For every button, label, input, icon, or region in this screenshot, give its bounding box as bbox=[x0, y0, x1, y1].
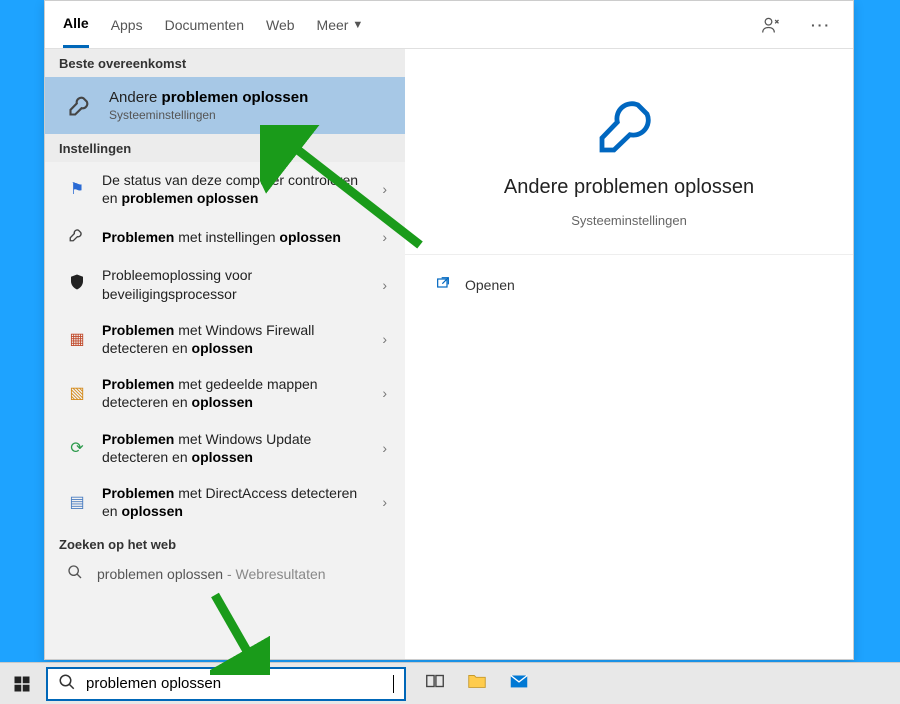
wrench-icon bbox=[593, 87, 665, 162]
update-icon: ⟳ bbox=[67, 438, 87, 458]
best-match-title: Andere problemen oplossen bbox=[109, 89, 308, 106]
feedback-icon[interactable] bbox=[757, 11, 785, 39]
section-settings: Instellingen bbox=[45, 134, 405, 162]
chevron-right-icon: › bbox=[382, 494, 387, 510]
web-result[interactable]: problemen oplossen - Webresultaten bbox=[45, 556, 405, 591]
section-best-match: Beste overeenkomst bbox=[45, 49, 405, 77]
firewall-icon: ▦ bbox=[67, 329, 87, 349]
result-security-processor[interactable]: Probleemoplossing voor beveiligingsproce… bbox=[45, 257, 405, 311]
tab-web[interactable]: Web bbox=[266, 1, 295, 48]
start-button[interactable] bbox=[0, 663, 44, 704]
result-shared-folders[interactable]: ▧ Problemen met gedeelde mappen detecter… bbox=[45, 366, 405, 420]
result-firewall[interactable]: ▦ Problemen met Windows Firewall detecte… bbox=[45, 312, 405, 366]
result-settings-troubleshoot[interactable]: Problemen met instellingen oplossen › bbox=[45, 216, 405, 257]
open-action[interactable]: Openen bbox=[431, 269, 827, 300]
tab-all[interactable]: Alle bbox=[63, 1, 89, 48]
section-web: Zoeken op het web bbox=[45, 529, 405, 556]
wrench-icon bbox=[67, 225, 87, 248]
filter-tabs: Alle Apps Documenten Web Meer ▼ ··· bbox=[45, 1, 853, 49]
more-options-icon[interactable]: ··· bbox=[807, 11, 835, 39]
tab-apps[interactable]: Apps bbox=[111, 1, 143, 48]
preview-title: Andere problemen oplossen bbox=[504, 176, 754, 199]
best-match-result[interactable]: Andere problemen oplossen Systeeminstell… bbox=[45, 77, 405, 134]
mail-icon[interactable] bbox=[508, 670, 530, 697]
settings-results-list: ⚑ De status van deze computer controlere… bbox=[45, 162, 405, 659]
chevron-right-icon: › bbox=[382, 181, 387, 197]
tab-documents[interactable]: Documenten bbox=[165, 1, 244, 48]
flag-icon: ⚑ bbox=[67, 179, 87, 199]
open-label: Openen bbox=[465, 277, 515, 293]
text-caret bbox=[393, 675, 394, 693]
folder-share-icon: ▧ bbox=[67, 383, 87, 403]
chevron-right-icon: › bbox=[382, 385, 387, 401]
result-windows-update[interactable]: ⟳ Problemen met Windows Update detectere… bbox=[45, 421, 405, 475]
results-column: Beste overeenkomst Andere problemen oplo… bbox=[45, 49, 405, 659]
shield-icon bbox=[67, 273, 87, 296]
chevron-down-icon: ▼ bbox=[352, 19, 363, 31]
task-view-icon[interactable] bbox=[424, 670, 446, 697]
result-status-check[interactable]: ⚑ De status van deze computer controlere… bbox=[45, 162, 405, 216]
file-explorer-icon[interactable] bbox=[466, 670, 488, 697]
search-panel: Alle Apps Documenten Web Meer ▼ ··· Best… bbox=[44, 0, 854, 660]
best-match-subtitle: Systeeminstellingen bbox=[109, 108, 308, 122]
taskbar bbox=[0, 662, 900, 704]
chevron-right-icon: › bbox=[382, 331, 387, 347]
chevron-right-icon: › bbox=[382, 277, 387, 293]
tab-more[interactable]: Meer ▼ bbox=[317, 1, 364, 48]
wrench-icon bbox=[67, 90, 95, 121]
taskbar-pinned bbox=[424, 670, 530, 697]
search-icon bbox=[67, 564, 83, 583]
taskbar-search[interactable] bbox=[46, 667, 406, 701]
search-input[interactable] bbox=[86, 675, 383, 692]
result-directaccess[interactable]: ▤ Problemen met DirectAccess detecteren … bbox=[45, 475, 405, 529]
chevron-right-icon: › bbox=[382, 229, 387, 245]
open-icon bbox=[435, 275, 451, 294]
preview-pane: Andere problemen oplossen Systeeminstell… bbox=[405, 49, 853, 659]
network-icon: ▤ bbox=[67, 492, 87, 512]
search-icon bbox=[58, 673, 76, 694]
chevron-right-icon: › bbox=[382, 440, 387, 456]
preview-subtitle: Systeeminstellingen bbox=[571, 213, 687, 228]
